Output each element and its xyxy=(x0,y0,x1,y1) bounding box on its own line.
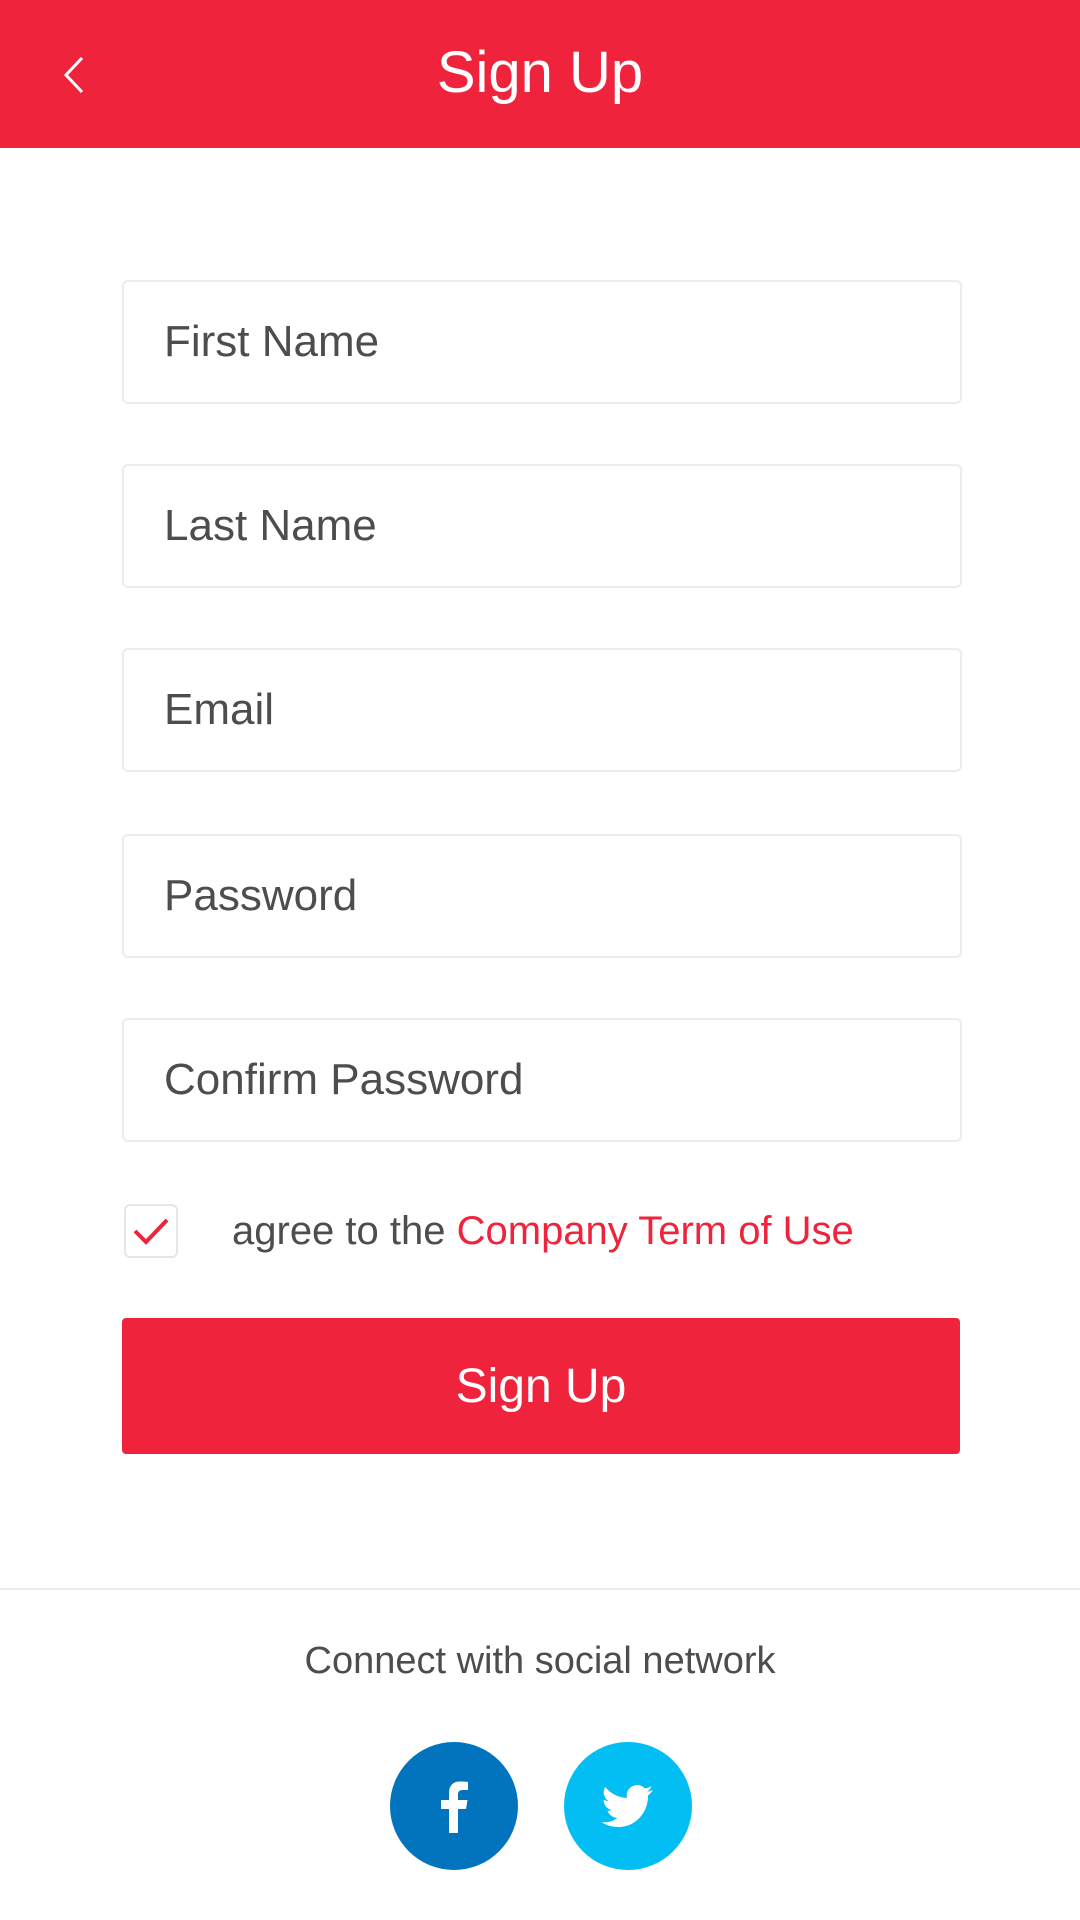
divider xyxy=(0,1588,1080,1590)
confirm-password-field[interactable] xyxy=(122,1018,962,1142)
last-name-field[interactable] xyxy=(122,464,962,588)
twitter-icon xyxy=(601,1785,653,1827)
facebook-icon xyxy=(441,1781,468,1833)
twitter-button[interactable] xyxy=(564,1742,692,1870)
first-name-input[interactable] xyxy=(164,312,924,372)
terms-checkbox[interactable] xyxy=(124,1204,178,1258)
terms-prefix: agree to the xyxy=(232,1208,457,1253)
sign-up-button[interactable]: Sign Up xyxy=(122,1318,960,1454)
email-input[interactable] xyxy=(164,680,924,740)
social-label: Connect with social network xyxy=(304,1640,776,1682)
terms-agreement: agree to the Company Term of Use xyxy=(124,1202,854,1260)
password-input[interactable] xyxy=(164,866,924,926)
terms-link[interactable]: Company Term of Use xyxy=(457,1209,854,1253)
checkmark-icon xyxy=(133,1218,169,1245)
confirm-password-input[interactable] xyxy=(164,1050,924,1110)
terms-text: agree to the Company Term of Use xyxy=(232,1209,854,1254)
first-name-field[interactable] xyxy=(122,280,962,404)
last-name-input[interactable] xyxy=(164,496,924,556)
header-bar: Sign Up xyxy=(0,0,1080,148)
page-title: Sign Up xyxy=(436,40,644,105)
email-field[interactable] xyxy=(122,648,962,772)
facebook-button[interactable] xyxy=(390,1742,518,1870)
password-field[interactable] xyxy=(122,834,962,958)
